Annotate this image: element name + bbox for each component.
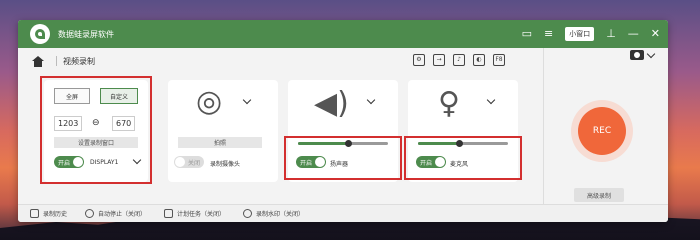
calendar-icon xyxy=(164,209,174,218)
camera-toggle[interactable]: 关闭 xyxy=(174,156,204,168)
microphone-icon: ♀ xyxy=(438,86,460,121)
chevron-down-icon[interactable] xyxy=(366,95,376,105)
toolbar: 视频录制 ⚙ → ♪ ◐ F8 xyxy=(18,48,668,74)
slider-fill xyxy=(418,142,459,145)
device-label: 录制摄像头 xyxy=(210,161,241,168)
toggle-knob xyxy=(315,157,325,167)
home-icon[interactable] xyxy=(32,55,44,67)
breadcrumb: 视频录制 xyxy=(63,56,95,66)
device-label: 麦克风 xyxy=(450,161,469,168)
toggle-knob xyxy=(175,157,185,167)
menu-icon[interactable]: ≡ xyxy=(544,24,553,44)
fullscreen-button[interactable]: 全屏 xyxy=(54,88,90,104)
mouse-icon[interactable]: ◐ xyxy=(473,54,485,66)
toggle-label: 开启 xyxy=(58,159,71,167)
device-label: 扬声器 xyxy=(330,161,349,168)
app-window: 数据蛙录屏软件 ▭ ≡ 小窗口 ⊥ — ✕ 视频录制 ⚙ → ♪ ◐ F8 全屏… xyxy=(18,20,668,222)
chevron-down-icon[interactable] xyxy=(242,95,252,105)
close-icon[interactable]: ✕ xyxy=(651,24,660,44)
advanced-recording-button[interactable]: 高级录制 xyxy=(574,188,624,202)
schedule-item[interactable]: 计划任务（关闭） xyxy=(164,209,225,218)
app-title: 数据蛙录屏软件 xyxy=(58,29,114,39)
slider-knob[interactable] xyxy=(345,140,352,147)
toggle-label: 关闭 xyxy=(188,159,201,167)
screen-toggle[interactable]: 开启 xyxy=(54,156,84,168)
slider-fill xyxy=(298,142,348,145)
rec-button[interactable]: REC xyxy=(578,107,626,155)
display-label: DISPLAY1 xyxy=(90,159,119,166)
watermark-label: 录制水印（关闭） xyxy=(256,211,305,218)
mic-toggle[interactable]: 开启 xyxy=(416,156,446,168)
title-controls: ▭ ≡ 小窗口 ⊥ — ✕ xyxy=(522,24,660,44)
minimize-icon[interactable]: — xyxy=(628,24,639,44)
webcam-icon: ◎ xyxy=(196,84,223,119)
camera-icon[interactable] xyxy=(630,50,644,60)
camera-panel: ◎ 拍照 关闭 录制摄像头 xyxy=(168,80,278,182)
height-input[interactable]: 670 xyxy=(112,116,136,131)
mic-volume-slider[interactable] xyxy=(418,140,508,147)
separator xyxy=(56,56,57,66)
toggle-label: 开启 xyxy=(420,159,433,167)
photo-button[interactable]: 拍照 xyxy=(178,137,262,148)
pin-icon[interactable]: ⊥ xyxy=(606,24,616,44)
toolbar-icons: ⚙ → ♪ ◐ F8 xyxy=(413,54,505,66)
rec-ring: REC xyxy=(571,100,633,162)
chevron-down-icon[interactable] xyxy=(646,49,656,58)
clock-icon xyxy=(85,209,95,218)
toggle-knob xyxy=(435,157,445,167)
chevron-down-icon[interactable] xyxy=(486,95,496,105)
feedback-icon[interactable]: ▭ xyxy=(522,24,532,44)
screen-panel: 全屏 自定义 1203 ⊖ 670 设置录制窗口 开启 DISPLAY1 xyxy=(40,76,152,184)
set-window-button[interactable]: 设置录制窗口 xyxy=(54,137,138,148)
app-logo-icon xyxy=(30,24,50,44)
link-icon[interactable]: ⊖ xyxy=(92,118,100,128)
schedule-label: 计划任务（关闭） xyxy=(177,211,226,218)
vertical-divider xyxy=(543,48,544,222)
screenshot-control[interactable] xyxy=(630,49,656,60)
toggle-knob xyxy=(73,157,83,167)
width-input[interactable]: 1203 xyxy=(54,116,83,131)
rec-control: REC xyxy=(571,100,641,170)
watermark-icon xyxy=(243,209,253,218)
toggle-label: 开启 xyxy=(300,159,313,167)
mini-window-button[interactable]: 小窗口 xyxy=(565,27,595,41)
speaker-icon[interactable]: ♪ xyxy=(453,54,465,66)
settings-icon[interactable]: ⚙ xyxy=(413,54,425,66)
autostop-item[interactable]: 自动停止（关闭） xyxy=(85,209,146,218)
speaker-toggle[interactable]: 开启 xyxy=(296,156,326,168)
autostop-label: 自动停止（关闭） xyxy=(98,211,147,218)
speaker-volume-slider[interactable] xyxy=(298,140,388,147)
speaker-icon: ◀) xyxy=(314,86,349,121)
mic-panel: ♀ 开启 麦克风 xyxy=(404,80,522,182)
title-bar: 数据蛙录屏软件 ▭ ≡ 小窗口 ⊥ — ✕ xyxy=(18,20,668,48)
history-label: 录制历史 xyxy=(43,211,68,218)
watermark-item[interactable]: 录制水印（关闭） xyxy=(243,209,304,218)
speaker-panel: ◀) 开启 扬声器 xyxy=(284,80,402,182)
slider-knob[interactable] xyxy=(456,140,463,147)
bottom-bar: 录制历史 自动停止（关闭） 计划任务（关闭） 录制水印（关闭） xyxy=(18,204,668,222)
f8-key-icon[interactable]: F8 xyxy=(493,54,505,66)
list-icon xyxy=(30,209,39,218)
custom-area-button[interactable]: 自定义 xyxy=(100,88,138,104)
history-item[interactable]: 录制历史 xyxy=(30,209,67,218)
export-icon[interactable]: → xyxy=(433,54,445,66)
